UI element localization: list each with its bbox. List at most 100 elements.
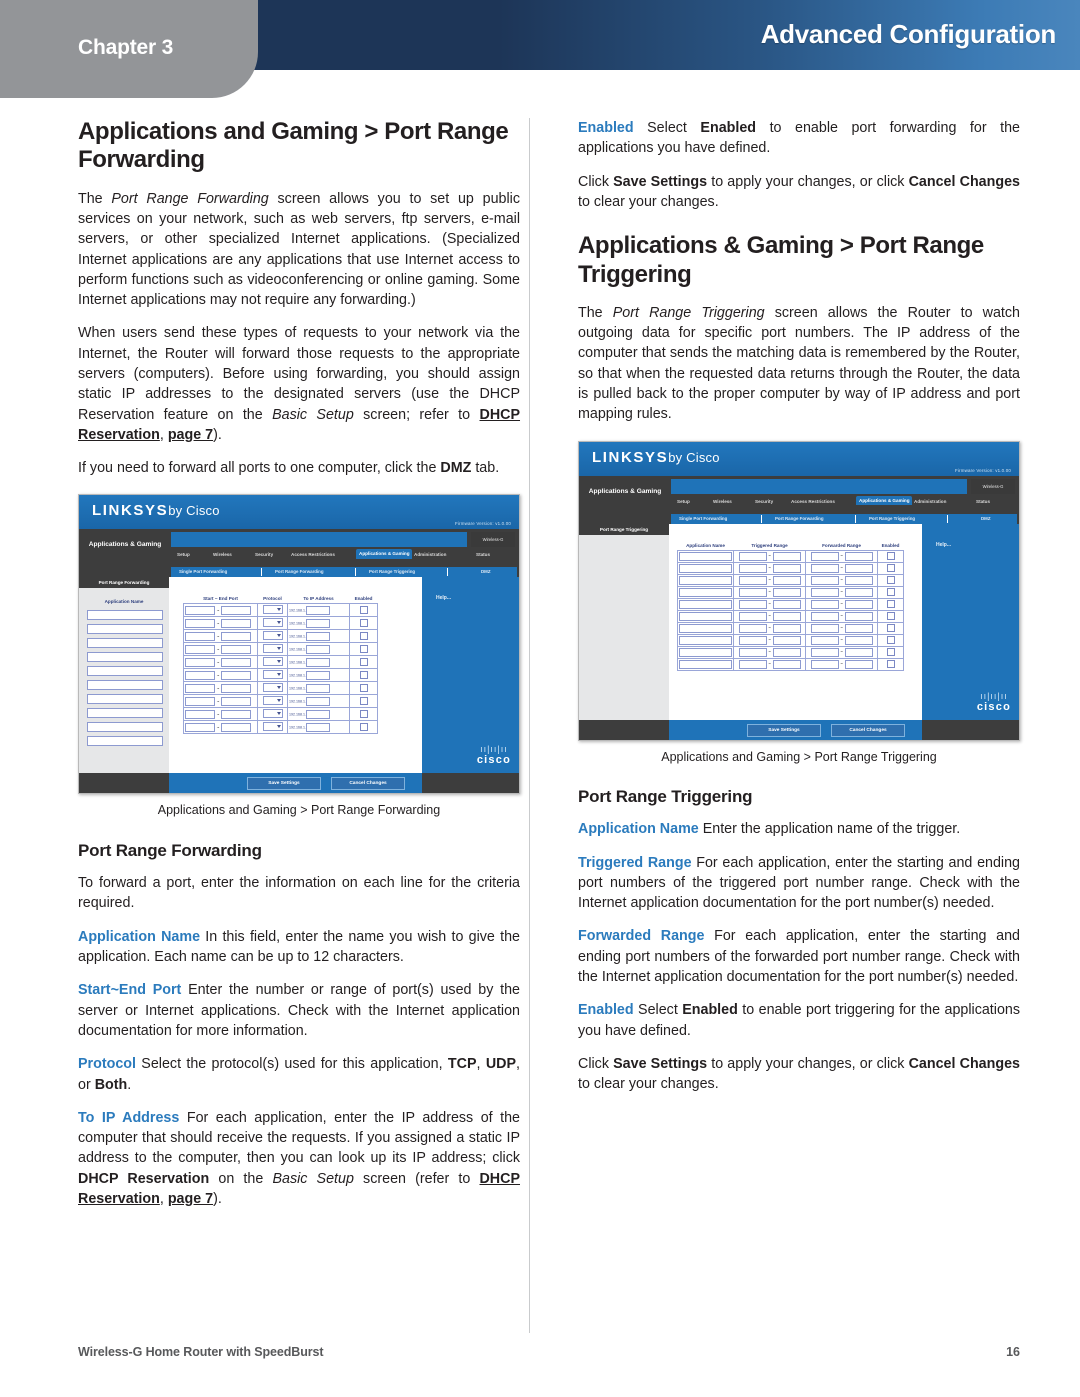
- cell-enabled[interactable]: [877, 585, 904, 599]
- nav-tab-applications-gaming[interactable]: Applications & Gaming: [856, 495, 912, 506]
- cell-application-name[interactable]: [677, 645, 734, 659]
- cell-enabled[interactable]: [349, 616, 378, 631]
- nav-tab-status[interactable]: Status: [476, 552, 490, 557]
- cell-application-name[interactable]: [677, 609, 734, 623]
- input-application-name[interactable]: [87, 638, 163, 649]
- cell-ip[interactable]: 192.168.1.: [287, 720, 350, 735]
- cell-triggered-range[interactable]: ~: [733, 585, 806, 599]
- cell-enabled[interactable]: [877, 597, 904, 611]
- nav-tab-wireless[interactable]: Wireless: [713, 499, 732, 504]
- cell-port-range[interactable]: ~: [183, 668, 258, 683]
- cell-protocol[interactable]: [257, 694, 288, 709]
- cell-ip[interactable]: 192.168.1.: [287, 655, 350, 670]
- cell-enabled[interactable]: [877, 609, 904, 623]
- cell-forwarded-range[interactable]: ~: [805, 561, 878, 575]
- cell-enabled[interactable]: [877, 633, 904, 647]
- sub-tab-port-range-triggering[interactable]: Port Range Triggering: [869, 516, 915, 521]
- cell-port-range[interactable]: ~: [183, 642, 258, 657]
- cell-ip[interactable]: 192.168.1.: [287, 616, 350, 631]
- cell-ip[interactable]: 192.168.1.: [287, 642, 350, 657]
- cell-enabled[interactable]: [877, 645, 904, 659]
- nav-tab-setup[interactable]: Setup: [177, 552, 190, 557]
- cell-application-name[interactable]: [677, 549, 734, 563]
- cell-forwarded-range[interactable]: ~: [805, 597, 878, 611]
- cell-triggered-range[interactable]: ~: [733, 645, 806, 659]
- cell-forwarded-range[interactable]: ~: [805, 609, 878, 623]
- nav-tab-access-restrictions[interactable]: Access Restrictions: [791, 499, 835, 504]
- cell-port-range[interactable]: ~: [183, 603, 258, 618]
- input-application-name[interactable]: [87, 736, 163, 747]
- cell-forwarded-range[interactable]: ~: [805, 657, 878, 671]
- help-label[interactable]: Help...: [436, 595, 451, 601]
- cell-ip[interactable]: 192.168.1.: [287, 629, 350, 644]
- cell-ip[interactable]: 192.168.1.: [287, 603, 350, 618]
- cell-port-range[interactable]: ~: [183, 720, 258, 735]
- cross-reference-page-link[interactable]: page 7: [168, 1191, 213, 1207]
- cell-forwarded-range[interactable]: ~: [805, 549, 878, 563]
- cell-enabled[interactable]: [877, 573, 904, 587]
- cell-protocol[interactable]: [257, 603, 288, 618]
- cell-forwarded-range[interactable]: ~: [805, 645, 878, 659]
- nav-tab-administration[interactable]: Administration: [414, 552, 446, 557]
- cell-port-range[interactable]: ~: [183, 629, 258, 644]
- cell-application-name[interactable]: [677, 573, 734, 587]
- nav-tab-applications-gaming[interactable]: Applications & Gaming: [356, 549, 412, 560]
- sub-tab-port-range-forwarding[interactable]: Port Range Forwarding: [275, 569, 324, 574]
- cell-ip[interactable]: 192.168.1.: [287, 681, 350, 696]
- cell-application-name[interactable]: [677, 561, 734, 575]
- input-application-name[interactable]: [87, 652, 163, 663]
- nav-tab-wireless[interactable]: Wireless: [213, 552, 232, 557]
- cell-triggered-range[interactable]: ~: [733, 609, 806, 623]
- cell-protocol[interactable]: [257, 629, 288, 644]
- input-application-name[interactable]: [87, 624, 163, 635]
- cell-triggered-range[interactable]: ~: [733, 573, 806, 587]
- input-application-name[interactable]: [87, 610, 163, 621]
- cell-protocol[interactable]: [257, 707, 288, 722]
- cell-forwarded-range[interactable]: ~: [805, 621, 878, 635]
- cell-enabled[interactable]: [349, 642, 378, 657]
- cell-triggered-range[interactable]: ~: [733, 657, 806, 671]
- cell-port-range[interactable]: ~: [183, 616, 258, 631]
- cell-application-name[interactable]: [677, 633, 734, 647]
- nav-tab-setup[interactable]: Setup: [677, 499, 690, 504]
- cell-triggered-range[interactable]: ~: [733, 621, 806, 635]
- nav-tab-administration[interactable]: Administration: [914, 499, 946, 504]
- cell-ip[interactable]: 192.168.1.: [287, 668, 350, 683]
- cell-protocol[interactable]: [257, 668, 288, 683]
- cell-enabled[interactable]: [349, 668, 378, 683]
- cell-protocol[interactable]: [257, 616, 288, 631]
- sub-tab-single-port-forwarding[interactable]: Single Port Forwarding: [179, 569, 227, 574]
- cell-application-name[interactable]: [677, 597, 734, 611]
- cell-protocol[interactable]: [257, 681, 288, 696]
- cell-enabled[interactable]: [349, 655, 378, 670]
- nav-tab-access-restrictions[interactable]: Access Restrictions: [291, 552, 335, 557]
- nav-tab-security[interactable]: Security: [755, 499, 773, 504]
- cell-enabled[interactable]: [349, 707, 378, 722]
- cell-forwarded-range[interactable]: ~: [805, 633, 878, 647]
- cell-forwarded-range[interactable]: ~: [805, 573, 878, 587]
- input-application-name[interactable]: [87, 722, 163, 733]
- input-application-name[interactable]: [87, 694, 163, 705]
- save-settings-button[interactable]: Save Settings: [747, 723, 821, 737]
- cell-protocol[interactable]: [257, 720, 288, 735]
- cell-ip[interactable]: 192.168.1.: [287, 707, 350, 722]
- cancel-changes-button[interactable]: Cancel Changes: [331, 777, 405, 791]
- input-application-name[interactable]: [87, 680, 163, 691]
- input-application-name[interactable]: [87, 666, 163, 677]
- nav-tab-status[interactable]: Status: [976, 499, 990, 504]
- cell-application-name[interactable]: [677, 585, 734, 599]
- cell-enabled[interactable]: [349, 720, 378, 735]
- sub-tab-dmz[interactable]: DMZ: [481, 569, 491, 574]
- cancel-changes-button[interactable]: Cancel Changes: [831, 723, 905, 737]
- cell-protocol[interactable]: [257, 655, 288, 670]
- cell-port-range[interactable]: ~: [183, 655, 258, 670]
- help-label[interactable]: Help...: [936, 542, 951, 548]
- cell-enabled[interactable]: [877, 621, 904, 635]
- cell-enabled[interactable]: [349, 681, 378, 696]
- cell-enabled[interactable]: [877, 657, 904, 671]
- cell-port-range[interactable]: ~: [183, 694, 258, 709]
- cell-application-name[interactable]: [677, 657, 734, 671]
- cell-enabled[interactable]: [877, 549, 904, 563]
- sub-tab-single-port-forwarding[interactable]: Single Port Forwarding: [679, 516, 727, 521]
- cell-enabled[interactable]: [349, 694, 378, 709]
